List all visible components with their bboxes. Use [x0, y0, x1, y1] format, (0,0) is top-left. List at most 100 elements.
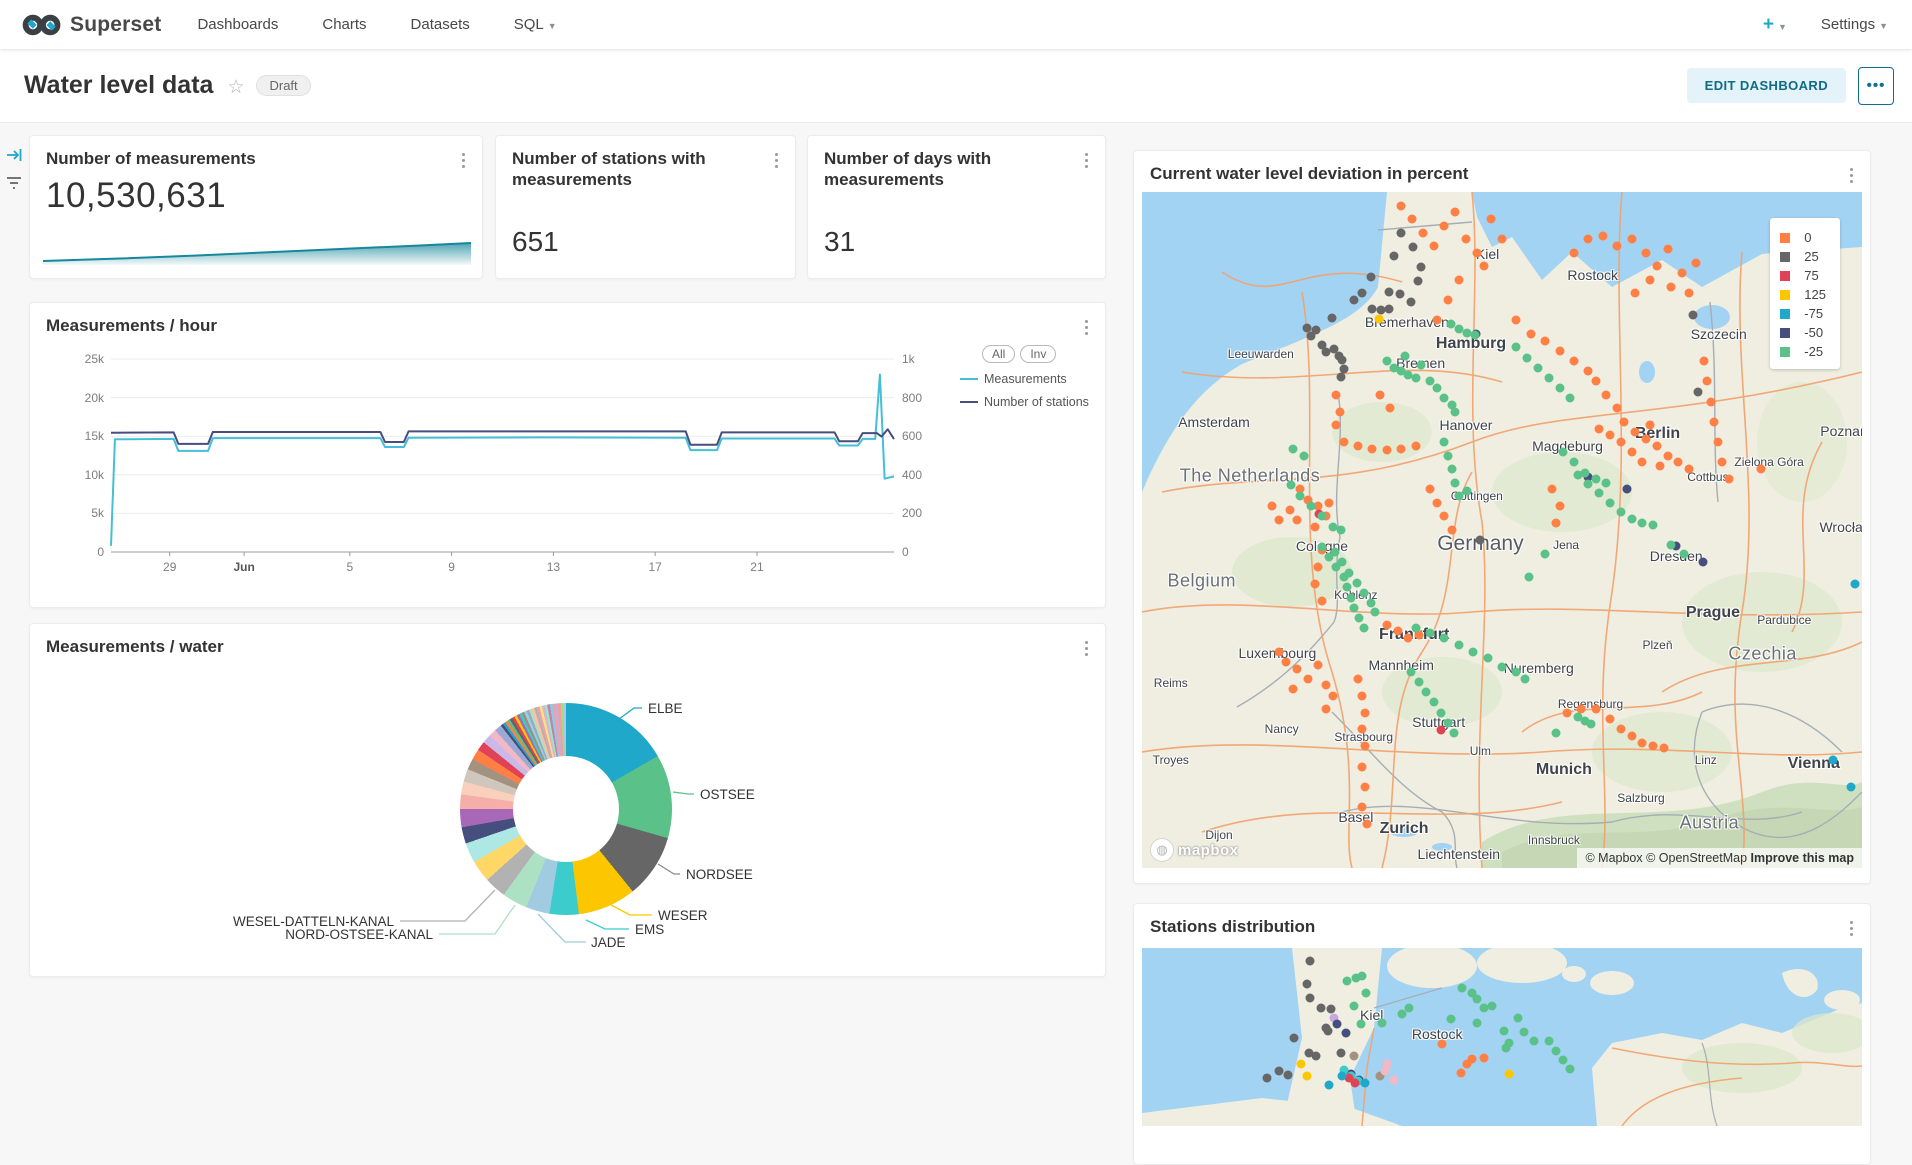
station-dot[interactable] [1642, 434, 1651, 443]
station-dot[interactable] [1411, 373, 1420, 382]
legend-entry[interactable]: Measurements [960, 372, 1120, 386]
station-dot[interactable] [1333, 1020, 1342, 1029]
station-dot[interactable] [1570, 248, 1579, 257]
station-dot[interactable] [1498, 662, 1507, 671]
station-dot[interactable] [1523, 353, 1532, 362]
station-dot[interactable] [1444, 451, 1453, 460]
station-dot[interactable] [1350, 296, 1359, 305]
station-dot[interactable] [1467, 989, 1476, 998]
station-dot[interactable] [1285, 505, 1294, 514]
station-dot[interactable] [1544, 373, 1553, 382]
station-dot[interactable] [1570, 357, 1579, 366]
station-dot[interactable] [1699, 357, 1708, 366]
station-dot[interactable] [1541, 336, 1550, 345]
station-dot[interactable] [1314, 661, 1323, 670]
station-dot[interactable] [1534, 363, 1543, 372]
station-dot[interactable] [1559, 448, 1568, 457]
station-dot[interactable] [1512, 316, 1521, 325]
station-dot[interactable] [1552, 728, 1561, 737]
station-dot[interactable] [1375, 390, 1384, 399]
station-dot[interactable] [1501, 1044, 1510, 1053]
station-dot[interactable] [1330, 547, 1339, 556]
station-dot[interactable] [1454, 492, 1463, 501]
station-dot[interactable] [1447, 465, 1456, 474]
settings-menu[interactable]: Settings▼ [1821, 16, 1888, 33]
station-dot[interactable] [1566, 1065, 1575, 1074]
station-dot[interactable] [1627, 732, 1636, 741]
station-dot[interactable] [1521, 674, 1530, 683]
station-dot[interactable] [1573, 470, 1582, 479]
station-dot[interactable] [1336, 407, 1345, 416]
expand-filter-bar-icon[interactable] [6, 148, 22, 167]
station-dot[interactable] [1526, 329, 1535, 338]
station-dot[interactable] [1349, 1002, 1358, 1011]
station-dot[interactable] [1519, 1027, 1528, 1036]
chart-menu-icon[interactable] [456, 150, 470, 170]
station-dot[interactable] [1367, 304, 1376, 313]
station-dot[interactable] [1357, 289, 1366, 298]
station-dot[interactable] [1307, 331, 1316, 340]
station-dot[interactable] [1396, 290, 1405, 299]
station-dot[interactable] [1627, 235, 1636, 244]
station-dot[interactable] [1476, 536, 1485, 545]
station-dot[interactable] [1366, 273, 1375, 282]
edit-dashboard-button[interactable]: EDIT DASHBOARD [1687, 68, 1846, 103]
station-dot[interactable] [1627, 515, 1636, 524]
deviation-map[interactable]: 02575125-75-50-25 ◍ mapbox © Mapbox © Op… [1142, 192, 1862, 868]
station-dot[interactable] [1847, 782, 1856, 791]
station-dot[interactable] [1384, 304, 1393, 313]
station-dot[interactable] [1703, 377, 1712, 386]
station-dot[interactable] [1467, 1055, 1476, 1064]
station-dot[interactable] [1415, 678, 1424, 687]
station-dot[interactable] [1390, 252, 1399, 261]
station-dot[interactable] [1606, 498, 1615, 507]
station-dot[interactable] [1345, 568, 1354, 577]
station-dot[interactable] [1361, 742, 1370, 751]
station-dot[interactable] [1354, 441, 1363, 450]
station-dot[interactable] [1584, 235, 1593, 244]
station-dot[interactable] [1411, 442, 1420, 451]
station-dot[interactable] [1566, 394, 1575, 403]
station-dot[interactable] [1405, 1003, 1414, 1012]
station-dot[interactable] [1318, 596, 1327, 605]
station-dot[interactable] [1332, 390, 1341, 399]
station-dot[interactable] [1656, 461, 1665, 470]
station-dot[interactable] [1685, 289, 1694, 298]
station-dot[interactable] [1377, 1018, 1386, 1027]
station-dot[interactable] [1444, 296, 1453, 305]
station-dot[interactable] [1370, 608, 1379, 617]
station-dot[interactable] [1559, 1056, 1568, 1065]
station-dot[interactable] [1318, 512, 1327, 521]
station-dot[interactable] [1660, 744, 1669, 753]
station-dot[interactable] [1447, 526, 1456, 535]
station-dot[interactable] [1416, 361, 1425, 370]
station-dot[interactable] [1487, 1002, 1496, 1011]
map-legend-entry[interactable]: 0 [1780, 228, 1826, 247]
station-dot[interactable] [1267, 502, 1276, 511]
station-dot[interactable] [1359, 588, 1368, 597]
station-dot[interactable] [1361, 782, 1370, 791]
station-dot[interactable] [1336, 373, 1345, 382]
station-dot[interactable] [1587, 720, 1596, 729]
station-dot[interactable] [1321, 681, 1330, 690]
station-dot[interactable] [1512, 667, 1521, 676]
station-dot[interactable] [1302, 1072, 1311, 1081]
station-dot[interactable] [1440, 634, 1449, 643]
station-dot[interactable] [1382, 620, 1391, 629]
station-dot[interactable] [1400, 352, 1409, 361]
station-dot[interactable] [1451, 407, 1460, 416]
station-dot[interactable] [1341, 1029, 1350, 1038]
chart-menu-icon[interactable] [1079, 150, 1093, 170]
station-dot[interactable] [1663, 245, 1672, 254]
station-dot[interactable] [1606, 431, 1615, 440]
station-dot[interactable] [1292, 664, 1301, 673]
station-dot[interactable] [1429, 242, 1438, 251]
station-dot[interactable] [1282, 657, 1291, 666]
station-dot[interactable] [1602, 390, 1611, 399]
station-dot[interactable] [1552, 1047, 1561, 1056]
station-dot[interactable] [1555, 346, 1564, 355]
station-dot[interactable] [1548, 485, 1557, 494]
station-dot[interactable] [1324, 1026, 1333, 1035]
legend-all-button[interactable]: All [982, 345, 1015, 363]
station-dot[interactable] [1678, 269, 1687, 278]
